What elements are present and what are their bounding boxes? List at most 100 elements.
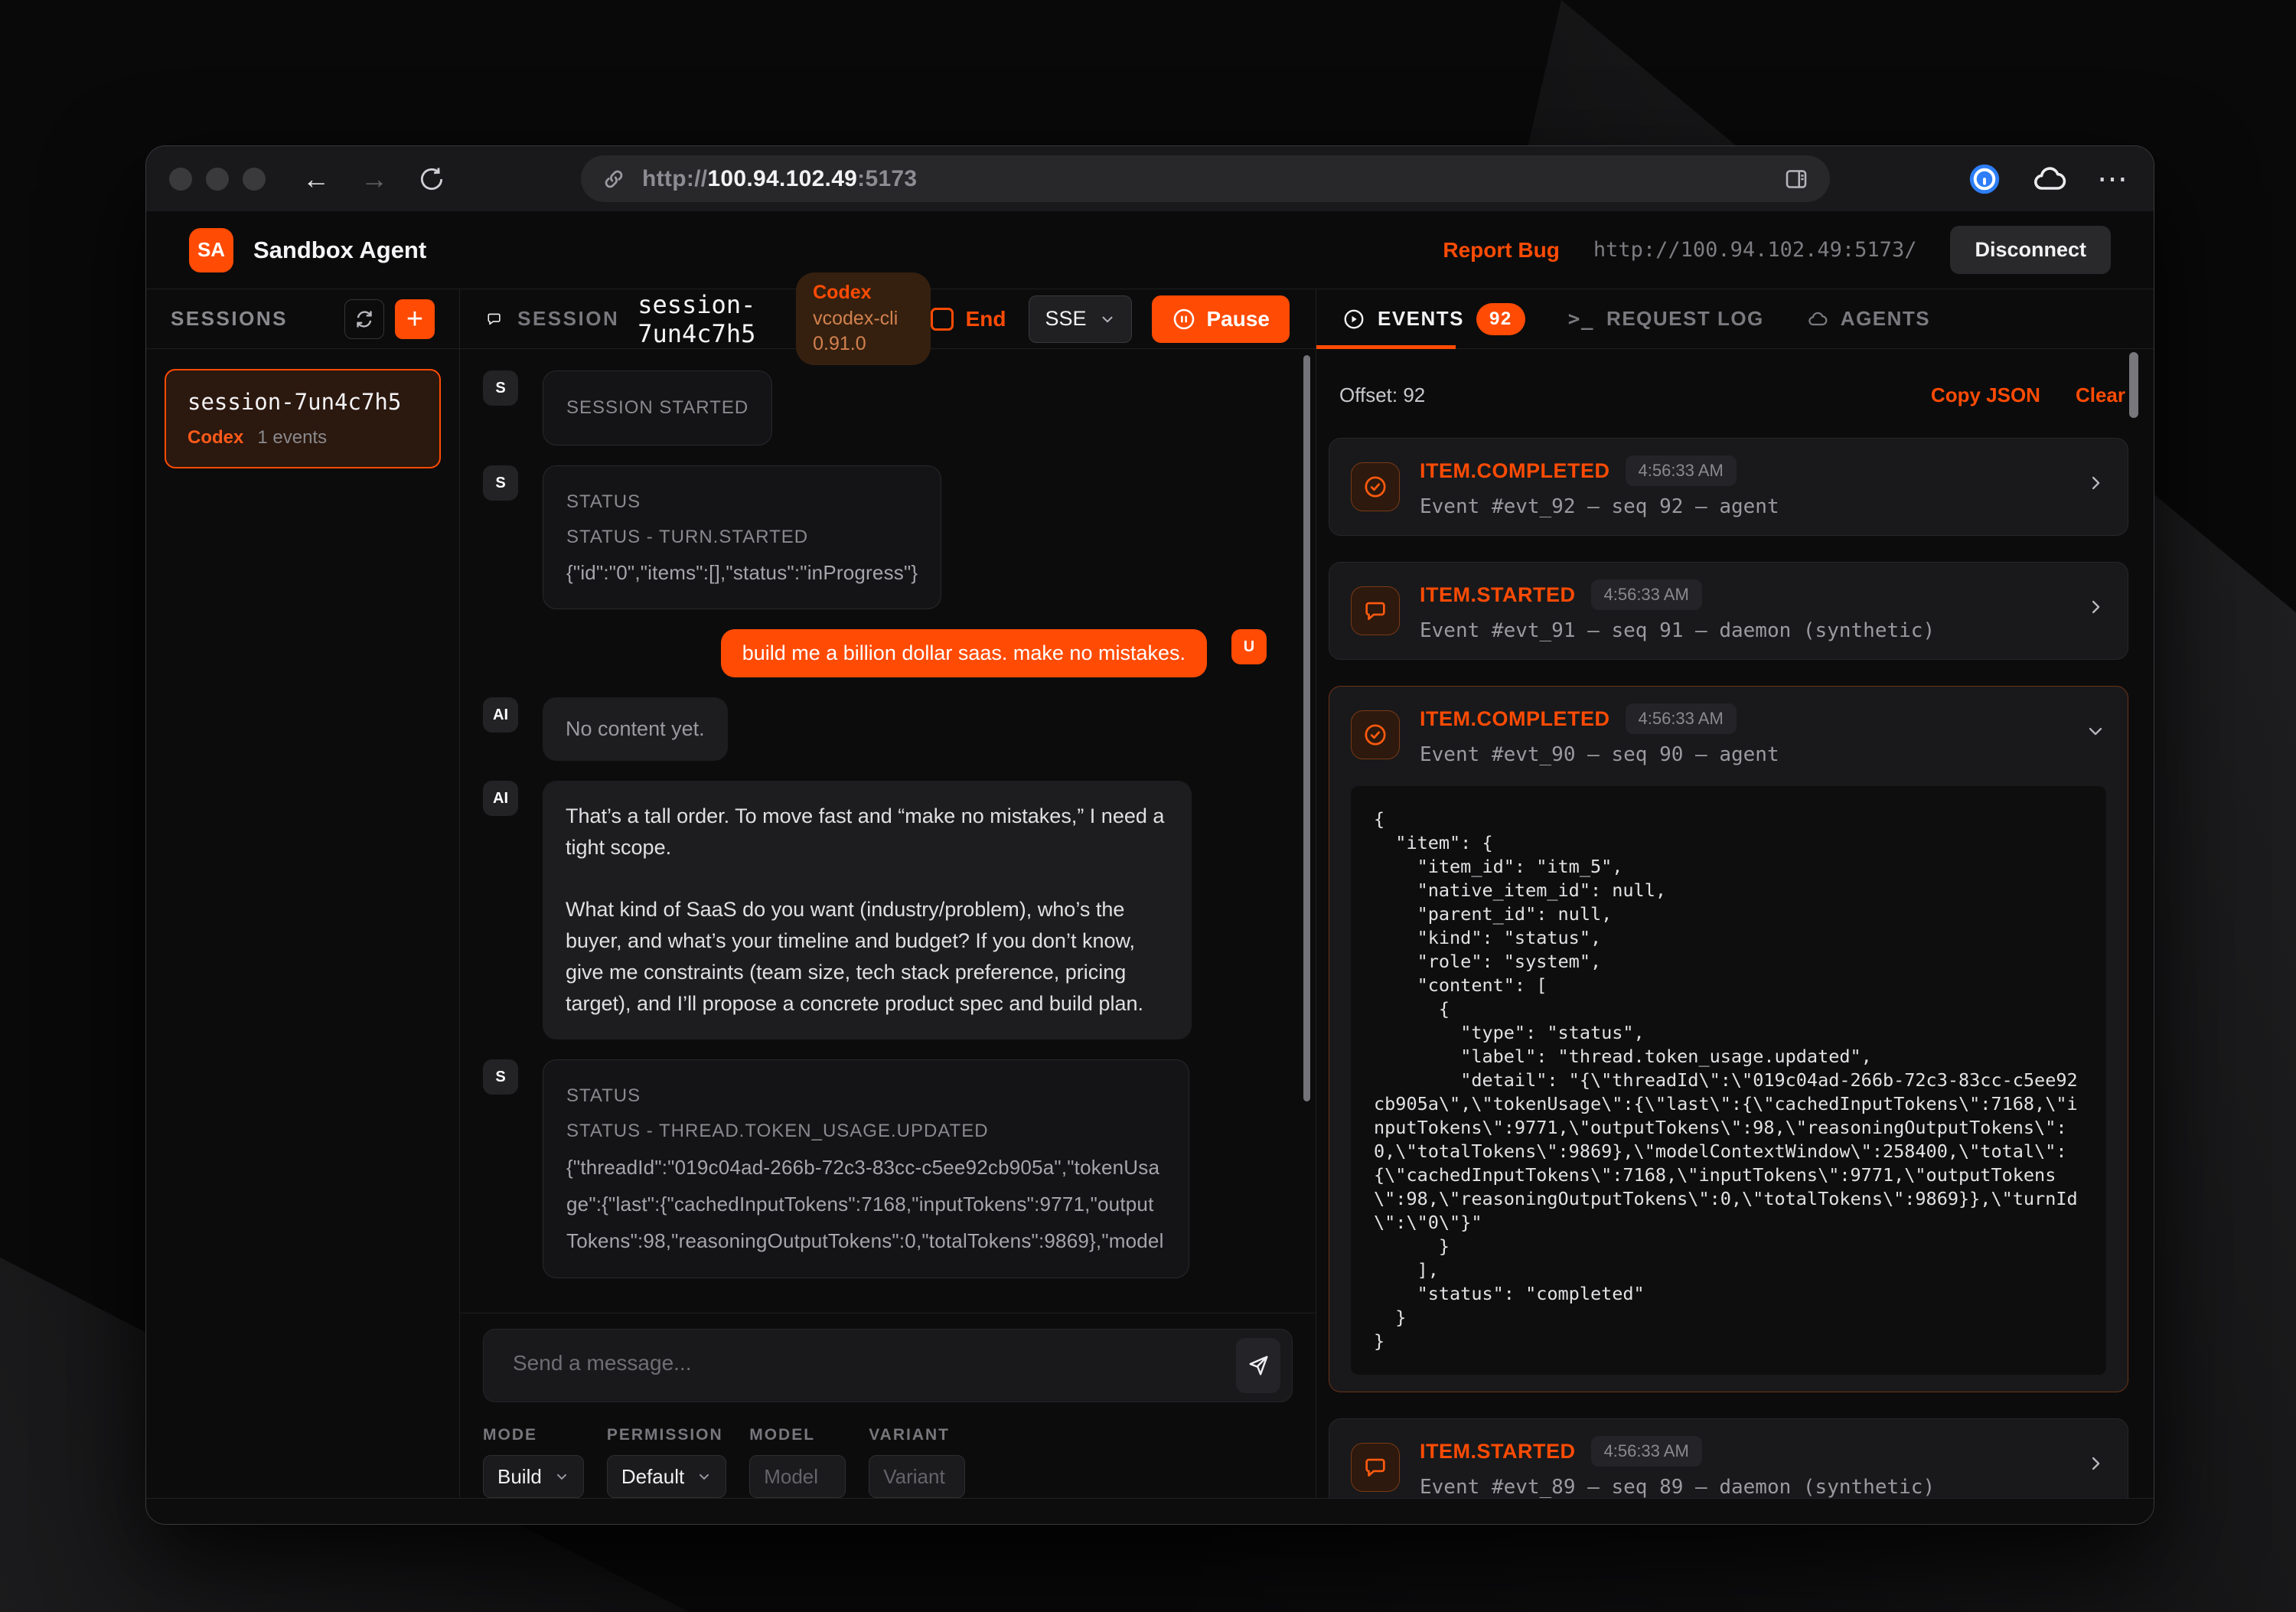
permission-value: Default xyxy=(621,1465,684,1489)
event-description: Event #evt_92 – seq 92 – agent xyxy=(1420,495,1779,518)
session-list-item[interactable]: session-7un4c7h5 Codex 1 events xyxy=(165,369,441,468)
ai-bubble: That’s a tall order. To move fast and “m… xyxy=(543,781,1192,1039)
message-input[interactable] xyxy=(483,1329,1293,1402)
ai-bubble: No content yet. xyxy=(543,697,728,761)
check-circle-icon xyxy=(1351,462,1400,511)
permission-select[interactable]: Default xyxy=(607,1455,726,1498)
session-events-count: 1 events xyxy=(257,427,327,449)
close-window-button[interactable] xyxy=(169,168,192,191)
play-circle-icon xyxy=(1342,308,1365,331)
disconnect-button[interactable]: Disconnect xyxy=(1950,226,2111,274)
event-json-block: { "item": { "item_id": "itm_5", "native_… xyxy=(1351,786,2106,1375)
variant-input[interactable] xyxy=(883,1465,951,1489)
cloud-icon[interactable] xyxy=(2031,161,2068,197)
chevron-right-icon[interactable] xyxy=(2085,596,2106,618)
event-time: 4:56:33 AM xyxy=(1626,455,1737,486)
event-title: ITEM.STARTED xyxy=(1420,583,1576,607)
browser-menu-icon[interactable]: ⋯ xyxy=(2097,173,2131,185)
permission-label: PERMISSION xyxy=(607,1426,726,1444)
event-card-expanded[interactable]: ITEM.COMPLETED 4:56:33 AM Event #evt_90 … xyxy=(1329,686,2128,1392)
model-field-wrap xyxy=(749,1455,846,1498)
extension-panel-icon[interactable] xyxy=(1782,165,1810,193)
chevron-down-icon xyxy=(554,1469,569,1484)
event-title: ITEM.COMPLETED xyxy=(1420,459,1610,483)
model-input[interactable] xyxy=(764,1465,831,1489)
mode-group: MODE Build xyxy=(483,1426,584,1498)
window-bottom-strip xyxy=(146,1498,2154,1524)
url-bar[interactable]: http://100.94.102.49:5173 xyxy=(581,155,1830,202)
mode-select[interactable]: Build xyxy=(483,1455,584,1498)
transport-value: SSE xyxy=(1045,307,1086,331)
ai-message: AI No content yet. xyxy=(483,697,1267,761)
send-button[interactable] xyxy=(1236,1338,1280,1393)
transport-select[interactable]: SSE xyxy=(1029,295,1131,343)
terminal-icon: >_ xyxy=(1568,308,1594,331)
status-bubble: STATUS STATUS - TURN.STARTED {"id":"0","… xyxy=(543,465,941,609)
chevron-right-icon[interactable] xyxy=(2085,1453,2106,1474)
chat-scrollbar[interactable] xyxy=(1303,355,1310,1101)
permission-group: PERMISSION Default xyxy=(607,1426,726,1498)
browser-chrome: ← → http://100.94.102.49:5173 xyxy=(146,146,2154,211)
tab-agents-label: AGENTS xyxy=(1841,307,1930,331)
new-session-button[interactable]: + xyxy=(395,299,435,339)
pause-label: Pause xyxy=(1207,307,1270,331)
chevron-right-icon[interactable] xyxy=(2085,472,2106,494)
chevron-down-icon xyxy=(696,1469,712,1484)
back-button[interactable]: ← xyxy=(302,165,330,193)
pause-button[interactable]: Pause xyxy=(1152,295,1290,343)
forward-button[interactable]: → xyxy=(360,165,388,193)
traffic-lights[interactable] xyxy=(169,168,266,191)
app-title: Sandbox Agent xyxy=(253,237,426,264)
variant-group: VARIANT xyxy=(869,1426,965,1498)
session-id: session-7un4c7h5 xyxy=(188,389,418,415)
tab-agents[interactable]: AGENTS xyxy=(1807,307,1930,331)
server-url: http://100.94.102.49:5173/ xyxy=(1593,238,1917,262)
reload-button[interactable] xyxy=(417,165,446,194)
events-scrollbar[interactable] xyxy=(2129,352,2138,418)
refresh-sessions-button[interactable] xyxy=(344,299,384,339)
minimize-window-button[interactable] xyxy=(206,168,229,191)
speech-bubble-icon xyxy=(1351,586,1400,635)
session-header-id: session-7un4c7h5 xyxy=(638,290,776,348)
event-description: Event #evt_89 – seq 89 – daemon (synthet… xyxy=(1420,1476,1935,1498)
cloud-icon xyxy=(1807,308,1828,330)
event-card[interactable]: ITEM.COMPLETED 4:56:33 AM Event #evt_92 … xyxy=(1329,438,2128,536)
ai-avatar: AI xyxy=(483,697,518,733)
end-checkbox[interactable] xyxy=(931,308,954,331)
event-card[interactable]: ITEM.STARTED 4:56:33 AM Event #evt_91 – … xyxy=(1329,562,2128,660)
ai-avatar: AI xyxy=(483,781,518,816)
copy-json-button[interactable]: Copy JSON xyxy=(1931,383,2040,407)
speech-bubble-icon xyxy=(1351,1443,1400,1492)
event-description: Event #evt_90 – seq 90 – agent xyxy=(1420,743,1779,766)
user-avatar: U xyxy=(1231,629,1267,664)
mode-label: MODE xyxy=(483,1426,584,1444)
mode-value: Build xyxy=(497,1465,542,1489)
user-bubble: build me a billion dollar saas. make no … xyxy=(721,629,1207,677)
chevron-down-icon[interactable] xyxy=(2085,720,2106,742)
url-text: http://100.94.102.49:5173 xyxy=(642,166,917,192)
link-icon xyxy=(601,166,627,192)
ai-message: AI That’s a tall order. To move fast and… xyxy=(483,781,1267,1039)
report-bug-link[interactable]: Report Bug xyxy=(1443,238,1559,263)
event-description: Event #evt_91 – seq 91 – daemon (synthet… xyxy=(1420,619,1935,642)
chevron-down-icon xyxy=(1099,311,1116,328)
reload-icon xyxy=(417,165,446,194)
events-count-badge: 92 xyxy=(1476,303,1525,335)
end-checkbox-wrap[interactable]: End xyxy=(931,307,1006,331)
event-time: 4:56:33 AM xyxy=(1591,1436,1702,1467)
zoom-window-button[interactable] xyxy=(243,168,266,191)
password-manager-icon[interactable] xyxy=(1967,162,2002,197)
model-label: MODEL xyxy=(749,1426,846,1444)
event-card[interactable]: ITEM.STARTED 4:56:33 AM Event #evt_89 – … xyxy=(1329,1418,2128,1498)
tab-request-log[interactable]: >_ REQUEST LOG xyxy=(1568,307,1764,331)
system-avatar: S xyxy=(483,370,518,406)
user-message: build me a billion dollar saas. make no … xyxy=(483,629,1267,677)
clear-button[interactable]: Clear xyxy=(2076,383,2125,407)
system-avatar: S xyxy=(483,465,518,501)
event-time: 4:56:33 AM xyxy=(1591,579,1702,610)
session-label: SESSION xyxy=(517,307,619,331)
system-message: S STATUS STATUS - TURN.STARTED {"id":"0"… xyxy=(483,465,1267,609)
session-started-bubble: SESSION STARTED xyxy=(543,370,772,445)
event-title: ITEM.COMPLETED xyxy=(1420,707,1610,731)
tab-events[interactable]: EVENTS 92 xyxy=(1342,303,1525,335)
